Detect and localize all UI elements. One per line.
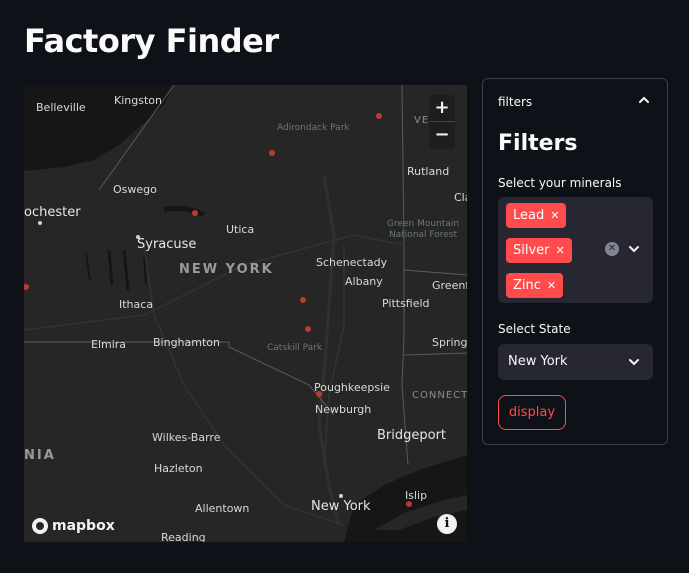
map-label-newburgh: Newburgh (315, 403, 372, 416)
map-label-rochester: ochester (24, 205, 81, 220)
map-label-utica: Utica (226, 223, 255, 236)
mapbox-icon (32, 518, 48, 534)
map-label-albany: Albany (345, 275, 383, 288)
map-label-ve: VE (414, 115, 430, 126)
zoom-out-button[interactable]: − (429, 122, 455, 149)
map-label-hazleton: Hazleton (154, 462, 203, 475)
map-label-adirondack: Adirondack Park (277, 123, 350, 133)
page-title: Factory Finder (24, 22, 279, 60)
state-select-value: New York (508, 354, 568, 369)
remove-tag-icon[interactable]: ✕ (547, 279, 556, 292)
map-canvas[interactable]: Belleville Kingston Adirondack Park VE O… (24, 85, 467, 542)
map-label-islip: Islip (405, 489, 428, 502)
map-label-catskill: Catskill Park (267, 343, 323, 353)
tag-label: Silver (513, 243, 550, 258)
mapbox-logo[interactable]: mapbox (32, 518, 115, 534)
map-label-nia: NIA (24, 448, 56, 463)
map-label-ithaca: Ithaca (119, 298, 154, 311)
map-label-cla: Cla (454, 191, 467, 204)
map-label-schenectady: Schenectady (316, 256, 388, 269)
map-label-new-york-city: New York (311, 499, 371, 514)
display-button[interactable]: display (498, 395, 566, 430)
mineral-tag-zinc: Zinc ✕ (506, 273, 564, 298)
minerals-label: Select your minerals (498, 176, 622, 190)
chevron-down-icon (629, 359, 639, 366)
map-label-oswego: Oswego (113, 183, 157, 196)
info-icon[interactable]: i (437, 514, 457, 534)
mineral-tag-lead: Lead ✕ (506, 203, 567, 228)
clear-all-icon[interactable]: ✕ (605, 242, 619, 256)
filters-title: Filters (498, 131, 578, 156)
chevron-up-icon[interactable] (637, 93, 651, 107)
expander-header[interactable]: filters (498, 95, 532, 109)
chevron-down-icon[interactable] (627, 242, 641, 256)
tag-label: Lead (513, 208, 545, 223)
zoom-in-button[interactable]: + (429, 95, 455, 122)
state-select[interactable]: New York (498, 344, 653, 380)
map-label-greenfield: Greenfi (432, 279, 467, 292)
remove-tag-icon[interactable]: ✕ (556, 244, 565, 257)
map-label-kingston: Kingston (114, 94, 162, 107)
tag-label: Zinc (513, 278, 541, 293)
remove-tag-icon[interactable]: ✕ (550, 209, 559, 222)
map-label-pittsfield: Pittsfield (382, 297, 430, 310)
map-label-wilkes-barre: Wilkes-Barre (152, 431, 221, 444)
map-label-belleville: Belleville (36, 101, 86, 114)
map-label-reading: Reading (161, 531, 206, 542)
zoom-controls: + − (429, 95, 455, 149)
map-label-elmira: Elmira (91, 338, 127, 351)
map-label-binghamton: Binghamton (153, 336, 220, 349)
map-label-green-mountain: Green Mountain National Forest (387, 219, 460, 240)
state-label: Select State (498, 322, 571, 336)
minerals-multiselect[interactable]: Lead ✕ Silver ✕ Zinc ✕ ✕ (498, 197, 653, 303)
map-label-connecticut: CONNECTIC (412, 390, 467, 401)
mineral-tag-silver: Silver ✕ (506, 238, 572, 263)
map-label-poughkeepsie: Poughkeepsie (314, 381, 390, 394)
map-label-bridgeport: Bridgeport (377, 428, 447, 443)
map-background (24, 85, 467, 542)
map-label-syracuse: Syracuse (137, 237, 197, 252)
mapbox-label: mapbox (52, 518, 115, 534)
map-label-new-york-state: NEW YORK (179, 262, 274, 277)
map-label-rutland: Rutland (407, 165, 450, 178)
filters-expander: filters Filters Select your minerals Lea… (482, 78, 668, 445)
map-label-springfield: Springf (432, 336, 467, 349)
map-label-allentown: Allentown (195, 502, 250, 515)
